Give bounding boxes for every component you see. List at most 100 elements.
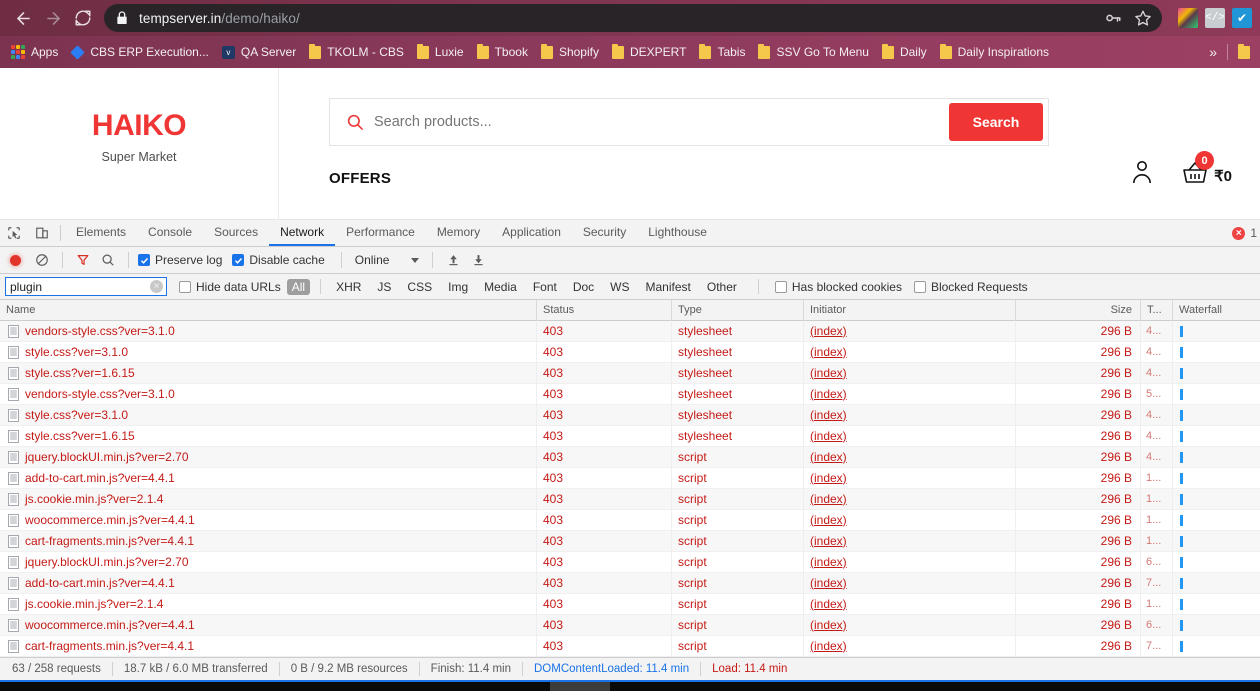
cell-initiator[interactable]: (index) (804, 509, 1016, 531)
star-icon[interactable] (1134, 9, 1152, 27)
table-row[interactable]: add-to-cart.min.js?ver=4.4.1 403 script (in… (0, 572, 1260, 594)
bookmark-cbs-erp[interactable]: CBS ERP Execution... (66, 42, 217, 62)
clear-icon[interactable] (31, 251, 53, 269)
device-toolbar-icon[interactable] (28, 220, 56, 246)
initiator-link[interactable]: (index) (810, 429, 847, 443)
cell-initiator[interactable]: (index) (804, 362, 1016, 384)
initiator-link[interactable]: (index) (810, 345, 847, 359)
column-header-name[interactable]: Name (0, 299, 537, 321)
disable-cache-checkbox[interactable]: Disable cache (232, 253, 325, 267)
table-row[interactable]: cart-fragments.min.js?ver=4.4.1 403 script… (0, 530, 1260, 552)
blocked-requests-checkbox[interactable]: Blocked Requests (913, 280, 1028, 294)
initiator-link[interactable]: (index) (810, 408, 847, 422)
table-row[interactable]: style.css?ver=3.1.0 403 stylesheet (index) 2… (0, 341, 1260, 363)
initiator-link[interactable]: (index) (810, 597, 847, 611)
cell-initiator[interactable]: (index) (804, 320, 1016, 342)
cell-name[interactable]: style.css?ver=3.1.0 (0, 341, 537, 363)
cell-name[interactable]: style.css?ver=1.6.15 (0, 362, 537, 384)
cell-name[interactable]: cart-fragments.min.js?ver=4.4.1 (0, 530, 537, 552)
filter-input[interactable] (5, 277, 167, 296)
column-header-size[interactable]: Size (1016, 299, 1141, 321)
tab-lighthouse[interactable]: Lighthouse (637, 220, 718, 246)
cell-initiator[interactable]: (index) (804, 341, 1016, 363)
bookmark-tbook[interactable]: Tbook (472, 42, 536, 62)
column-header-time[interactable]: T... (1141, 299, 1173, 321)
column-header-type[interactable]: Type (672, 299, 804, 321)
cell-name[interactable]: add-to-cart.min.js?ver=4.4.1 (0, 467, 537, 489)
cell-name[interactable]: jquery.blockUI.min.js?ver=2.70 (0, 446, 537, 468)
cell-initiator[interactable]: (index) (804, 404, 1016, 426)
key-icon[interactable] (1104, 9, 1122, 27)
filter-type-xhr[interactable]: XHR (331, 280, 366, 294)
table-row[interactable]: style.css?ver=1.6.15 403 stylesheet (index)… (0, 425, 1260, 447)
bookmark-dexpert[interactable]: DEXPERT (607, 42, 694, 62)
record-button[interactable] (10, 254, 21, 266)
site-logo[interactable]: HAIKO Super Market (0, 68, 279, 220)
table-row[interactable]: woocommerce.min.js?ver=4.4.1 403 script (in… (0, 614, 1260, 636)
cell-name[interactable]: style.css?ver=1.6.15 (0, 425, 537, 447)
initiator-link[interactable]: (index) (810, 366, 847, 380)
table-row[interactable]: style.css?ver=3.1.0 403 stylesheet (index) 2… (0, 404, 1260, 426)
cell-name[interactable]: jquery.blockUI.min.js?ver=2.70 (0, 551, 537, 573)
search-button[interactable]: Search (949, 103, 1043, 141)
filter-type-css[interactable]: CSS (402, 280, 437, 294)
table-row[interactable]: vendors-style.css?ver=3.1.0 403 stylesheet… (0, 320, 1260, 342)
cell-name[interactable]: vendors-style.css?ver=3.1.0 (0, 383, 537, 405)
filter-type-media[interactable]: Media (479, 280, 522, 294)
account-icon[interactable] (1130, 159, 1154, 185)
filter-icon[interactable] (72, 251, 94, 269)
cell-initiator[interactable]: (index) (804, 467, 1016, 489)
cell-initiator[interactable]: (index) (804, 614, 1016, 636)
folder-icon[interactable] (1238, 43, 1250, 59)
cell-name[interactable]: vendors-style.css?ver=3.1.0 (0, 320, 537, 342)
search-icon[interactable] (97, 251, 119, 269)
initiator-link[interactable]: (index) (810, 555, 847, 569)
table-row[interactable]: woocommerce.min.js?ver=4.4.1 403 script (in… (0, 509, 1260, 531)
preserve-log-checkbox[interactable]: Preserve log (138, 253, 222, 267)
table-row[interactable]: js.cookie.min.js?ver=2.1.4 403 script (inde… (0, 593, 1260, 615)
search-input[interactable] (364, 114, 949, 130)
cell-name[interactable]: add-to-cart.min.js?ver=4.4.1 (0, 572, 537, 594)
column-header-initiator[interactable]: Initiator (804, 299, 1016, 321)
tab-performance[interactable]: Performance (335, 220, 426, 246)
bookmark-qa-server[interactable]: v QA Server (217, 42, 304, 62)
bookmark-daily[interactable]: Daily (877, 42, 935, 62)
bookmark-shopify[interactable]: Shopify (536, 42, 607, 62)
filter-type-js[interactable]: JS (372, 280, 396, 294)
initiator-link[interactable]: (index) (810, 534, 847, 548)
tab-security[interactable]: Security (572, 220, 637, 246)
bookmarks-overflow-icon[interactable]: » (1209, 44, 1217, 60)
cell-name[interactable]: js.cookie.min.js?ver=2.1.4 (0, 593, 537, 615)
reload-icon[interactable] (68, 3, 98, 33)
cell-name[interactable]: woocommerce.min.js?ver=4.4.1 (0, 509, 537, 531)
throttle-select[interactable]: Online (351, 253, 424, 267)
bookmark-tkolm-cbs[interactable]: TKOLM - CBS (304, 42, 412, 62)
initiator-link[interactable]: (index) (810, 618, 847, 632)
tab-console[interactable]: Console (137, 220, 203, 246)
filter-type-ws[interactable]: WS (605, 280, 634, 294)
initiator-link[interactable]: (index) (810, 324, 847, 338)
initiator-link[interactable]: (index) (810, 450, 847, 464)
back-arrow-icon[interactable] (8, 3, 38, 33)
filter-type-other[interactable]: Other (702, 280, 742, 294)
hide-data-urls-checkbox[interactable]: Hide data URLs (179, 280, 281, 294)
search-bar[interactable]: Search (329, 98, 1049, 146)
initiator-link[interactable]: (index) (810, 387, 847, 401)
initiator-link[interactable]: (index) (810, 492, 847, 506)
filter-type-img[interactable]: Img (443, 280, 473, 294)
cell-initiator[interactable]: (index) (804, 593, 1016, 615)
bookmark-daily-inspirations[interactable]: Daily Inspirations (935, 42, 1057, 62)
initiator-link[interactable]: (index) (810, 576, 847, 590)
cell-initiator[interactable]: (index) (804, 446, 1016, 468)
tab-application[interactable]: Application (491, 220, 572, 246)
filter-type-all[interactable]: All (286, 278, 311, 295)
initiator-link[interactable]: (index) (810, 639, 847, 653)
cell-initiator[interactable]: (index) (804, 383, 1016, 405)
import-har-icon[interactable] (442, 251, 464, 269)
forward-arrow-icon[interactable] (38, 3, 68, 33)
table-row[interactable]: jquery.blockUI.min.js?ver=2.70 403 script (… (0, 551, 1260, 573)
cell-initiator[interactable]: (index) (804, 488, 1016, 510)
initiator-link[interactable]: (index) (810, 513, 847, 527)
bookmark-apps[interactable]: Apps (6, 42, 66, 62)
filter-type-doc[interactable]: Doc (568, 280, 599, 294)
